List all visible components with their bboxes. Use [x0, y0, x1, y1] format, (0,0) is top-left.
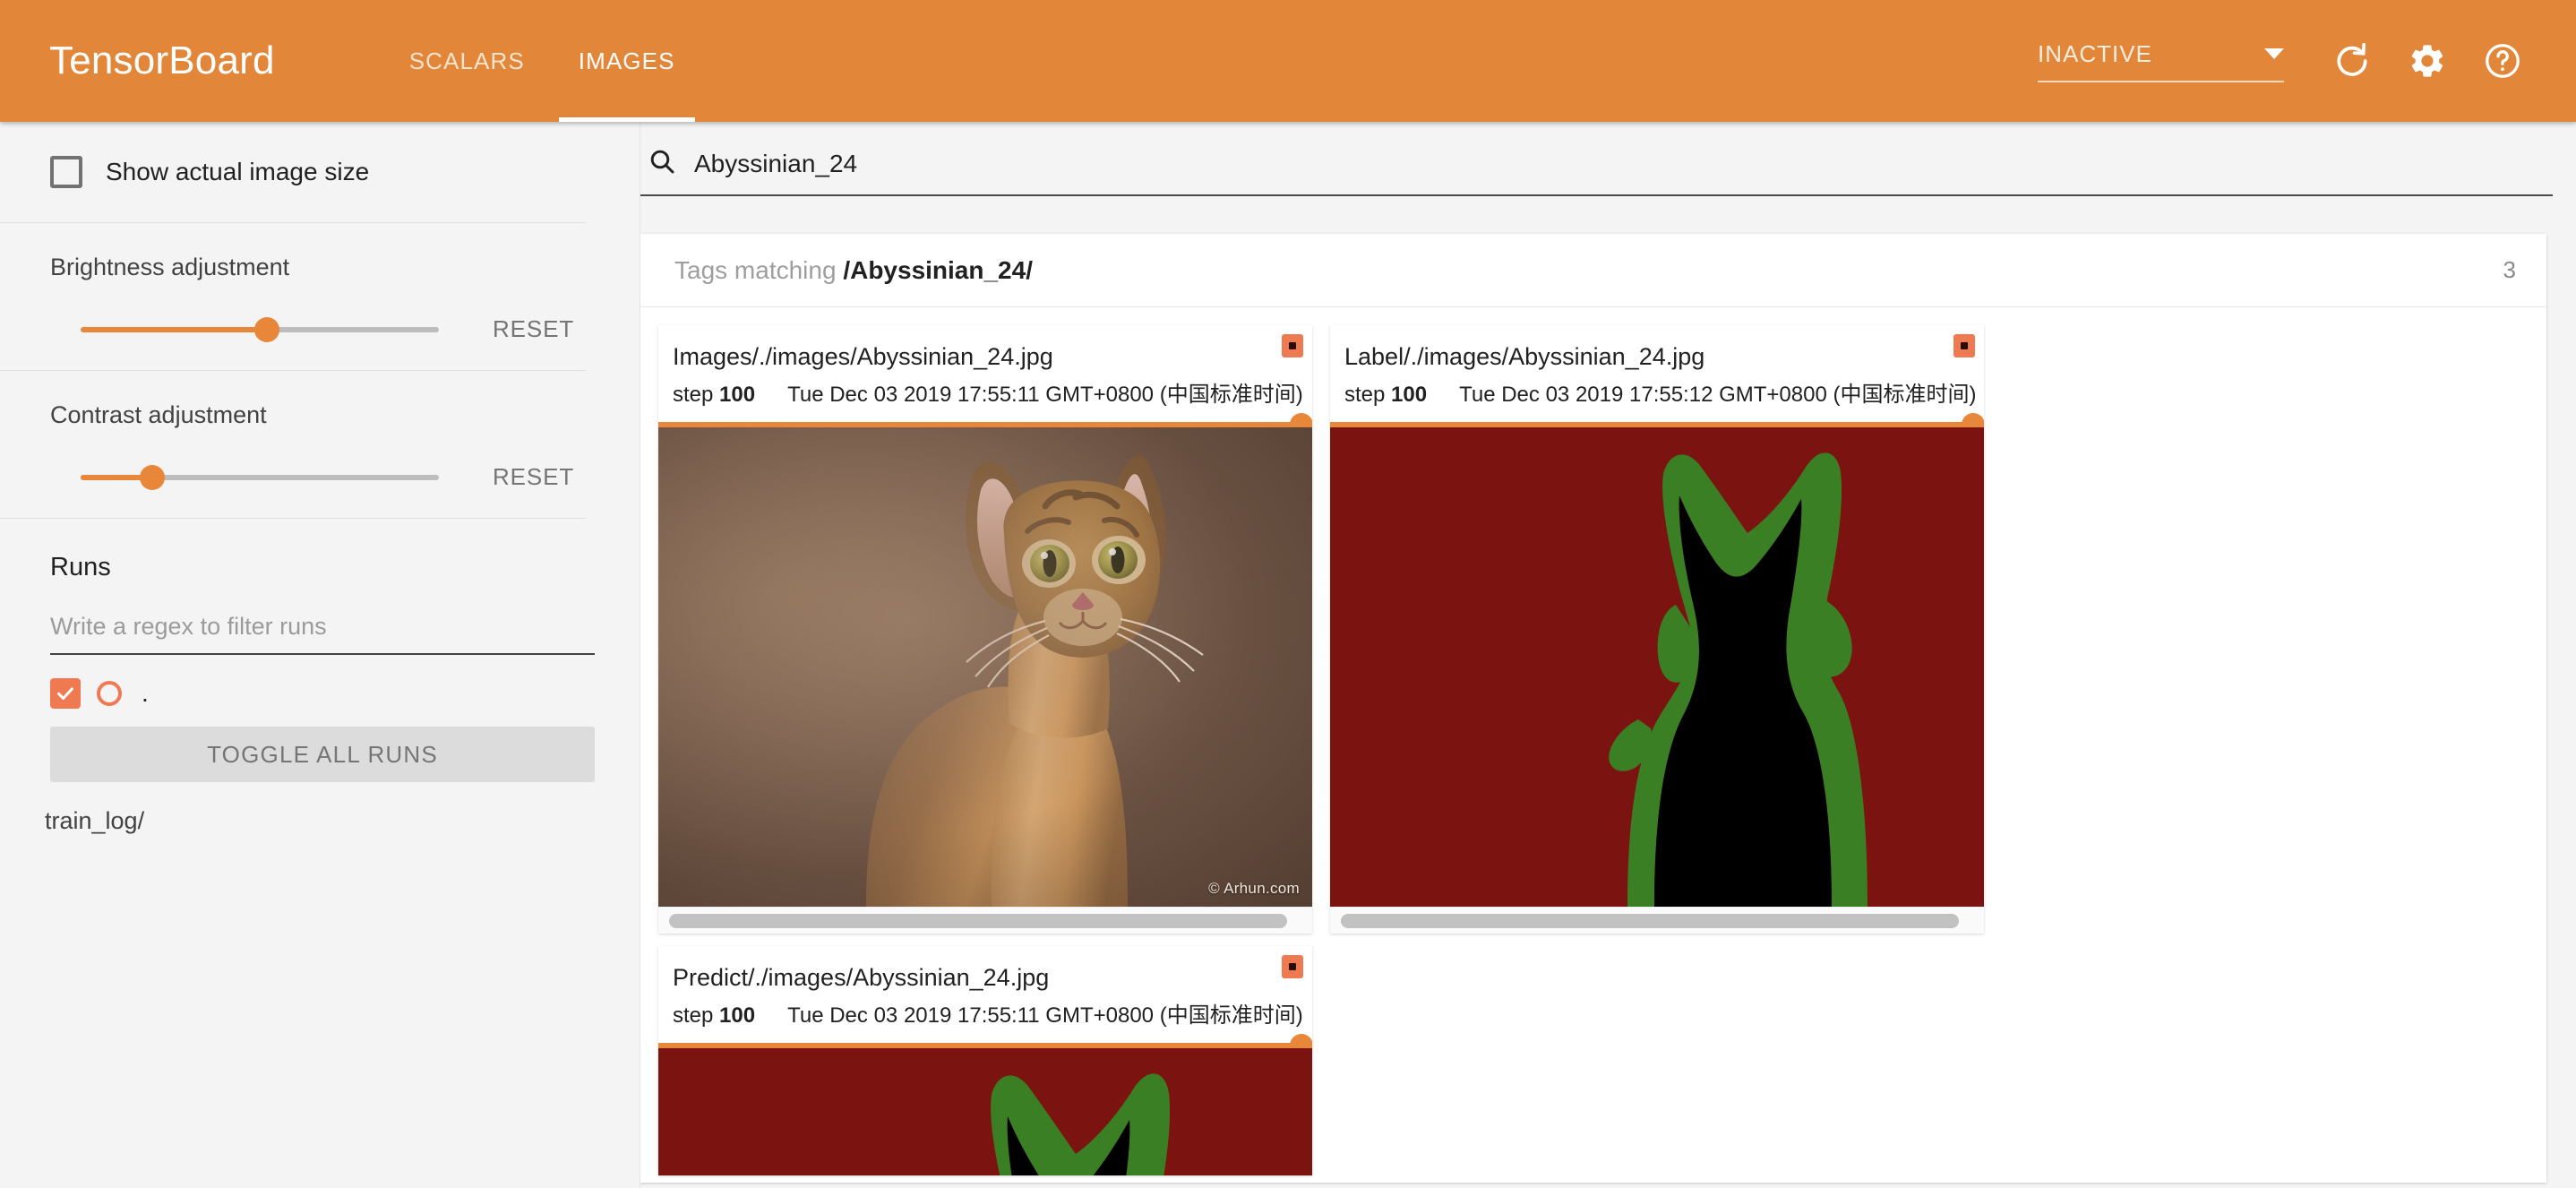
card-step: step 100 — [1344, 383, 1428, 407]
show-actual-size-label: Show actual image size — [106, 158, 370, 185]
image-card-list: Images/./images/Abyssinian_24.jpg step 1… — [640, 307, 2546, 1183]
run-state-dropdown[interactable]: INACTIVE — [2038, 40, 2284, 82]
runs-filter-input[interactable] — [50, 613, 595, 655]
help-icon[interactable] — [2479, 38, 2526, 84]
mask-background — [658, 1048, 1312, 1175]
tag-filter-bar — [640, 147, 2553, 196]
show-actual-size-row[interactable]: Show actual image size — [0, 122, 640, 222]
card-timestamp: Tue Dec 03 2019 17:55:11 GMT+0800 (中国标准时… — [787, 383, 1303, 407]
brightness-slider-thumb[interactable] — [254, 316, 279, 342]
pin-card-button[interactable] — [1953, 334, 1975, 357]
tag-group-prefix: Tags matching — [674, 255, 844, 284]
contrast-slider-thumb[interactable] — [140, 464, 165, 490]
image-hscrollbar-thumb[interactable] — [669, 913, 1287, 928]
brightness-reset-button[interactable]: RESET — [493, 315, 574, 343]
tag-group-pattern: /Abyssinian_24/ — [843, 255, 1033, 284]
tag-group-title: Tags matching /Abyssinian_24/ — [674, 256, 1033, 285]
refresh-icon[interactable] — [2329, 38, 2375, 84]
tab-scalars[interactable]: SCALARS — [382, 0, 552, 122]
search-input[interactable] — [694, 149, 2553, 178]
card-timestamp: Tue Dec 03 2019 17:55:12 GMT+0800 (中国标准时… — [1459, 383, 1977, 407]
contrast-label: Contrast adjustment — [50, 401, 267, 428]
image-card: Images/./images/Abyssinian_24.jpg step 1… — [658, 325, 1312, 934]
main-nav-tabs: SCALARS IMAGES — [382, 0, 702, 122]
search-icon — [648, 147, 676, 180]
tag-count-badge: 3 — [2503, 256, 2516, 283]
image-hscrollbar-thumb[interactable] — [1341, 913, 1959, 928]
pin-card-button[interactable] — [1282, 334, 1303, 357]
card-image[interactable] — [658, 1048, 1312, 1175]
segmentation-mask — [1330, 427, 1984, 907]
contrast-reset-button[interactable]: RESET — [493, 463, 574, 491]
card-image[interactable]: © Arhun.com — [658, 427, 1312, 907]
brightness-label: Brightness adjustment — [50, 254, 290, 280]
image-card: Label/./images/Abyssinian_24.jpg step 10… — [1330, 325, 1984, 934]
run-state-value: INACTIVE — [2038, 39, 2152, 67]
cat-photo: © Arhun.com — [658, 427, 1312, 907]
settings-sidebar: Show actual image size Brightness adjust… — [0, 122, 640, 1188]
card-meta: step 100 Tue Dec 03 2019 17:55:12 GMT+08… — [1330, 371, 1984, 408]
header-actions: INACTIVE — [2038, 38, 2540, 84]
card-image[interactable] — [1330, 427, 1984, 907]
check-icon — [57, 687, 73, 701]
card-meta: step 100 Tue Dec 03 2019 17:55:11 GMT+08… — [658, 992, 1312, 1029]
brightness-slider-row: RESET — [50, 315, 640, 343]
app-brand: TensorBoard — [49, 39, 275, 82]
run-label: . — [142, 679, 149, 707]
tag-group-header[interactable]: Tags matching /Abyssinian_24/ 3 — [640, 234, 2546, 307]
images-dashboard: Tags matching /Abyssinian_24/ 3 Images/.… — [640, 122, 2576, 1188]
pin-card-button[interactable] — [1282, 955, 1303, 978]
image-hscrollbar[interactable] — [658, 907, 1312, 934]
card-meta: step 100 Tue Dec 03 2019 17:55:11 GMT+08… — [658, 371, 1312, 408]
run-checkbox[interactable] — [50, 678, 81, 709]
card-title: Predict/./images/Abyssinian_24.jpg — [673, 964, 1050, 991]
show-actual-size-checkbox[interactable] — [50, 156, 82, 188]
app-header: TensorBoard SCALARS IMAGES INACTIVE — [0, 0, 2576, 122]
photo-watermark: © Arhun.com — [1208, 880, 1300, 897]
card-title: Label/./images/Abyssinian_24.jpg — [1344, 343, 1705, 370]
brightness-slider[interactable] — [81, 316, 439, 342]
contrast-slider-row: RESET — [50, 463, 640, 491]
card-step: step 100 — [673, 383, 756, 407]
contrast-section: Contrast adjustment RESET — [0, 371, 640, 518]
tab-images[interactable]: IMAGES — [552, 0, 702, 122]
image-card: Predict/./images/Abyssinian_24.jpg step … — [658, 946, 1312, 1175]
brightness-section: Brightness adjustment RESET — [0, 223, 640, 370]
gear-icon[interactable] — [2404, 38, 2451, 84]
chevron-down-icon — [2264, 48, 2284, 59]
card-step: step 100 — [673, 1003, 756, 1028]
runs-section: Runs . TOGGLE ALL RUNS train_log/ — [0, 519, 640, 835]
segmentation-mask — [658, 1048, 1312, 1175]
tag-group-panel: Tags matching /Abyssinian_24/ 3 Images/.… — [640, 234, 2546, 1183]
toggle-all-runs-button[interactable]: TOGGLE ALL RUNS — [50, 727, 595, 782]
runs-title: Runs — [50, 553, 111, 581]
image-hscrollbar[interactable] — [1330, 907, 1984, 934]
logdir-label: train_log/ — [45, 807, 145, 834]
run-list-item[interactable]: . — [0, 655, 640, 709]
card-timestamp: Tue Dec 03 2019 17:55:11 GMT+0800 (中国标准时… — [787, 1003, 1303, 1028]
card-title: Images/./images/Abyssinian_24.jpg — [673, 343, 1053, 370]
contrast-slider[interactable] — [81, 464, 439, 490]
run-color-indicator — [97, 681, 122, 706]
